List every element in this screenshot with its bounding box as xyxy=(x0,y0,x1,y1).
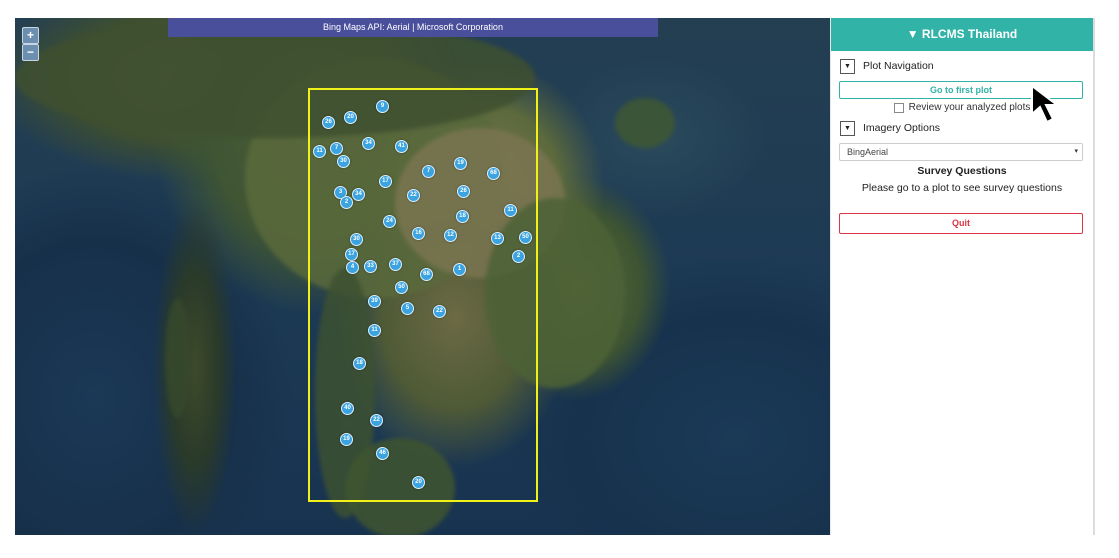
collapse-toggle-icon[interactable]: ▼ xyxy=(840,58,855,74)
plot-marker[interactable]: 22 xyxy=(433,305,446,318)
plot-marker[interactable]: 4 xyxy=(346,261,359,274)
plot-marker[interactable]: 30 xyxy=(350,233,363,246)
plot-marker[interactable]: 33 xyxy=(364,260,377,273)
project-header[interactable]: ▼ RLCMS Thailand xyxy=(831,18,1093,51)
plot-marker[interactable]: 41 xyxy=(395,140,408,153)
plot-navigation-title: Plot Navigation xyxy=(863,60,934,72)
plot-marker[interactable]: 16 xyxy=(412,227,425,240)
plot-marker[interactable]: 50 xyxy=(519,231,532,244)
plot-marker[interactable]: 22 xyxy=(407,189,420,202)
plot-marker[interactable]: 20 xyxy=(412,476,425,489)
zoom-out-button[interactable]: − xyxy=(22,44,39,61)
plot-marker[interactable]: 18 xyxy=(353,357,366,370)
zoom-in-button[interactable]: + xyxy=(22,27,39,44)
plot-marker[interactable]: 22 xyxy=(370,414,383,427)
plot-marker[interactable]: 68 xyxy=(487,167,500,180)
plot-marker[interactable]: 34 xyxy=(362,137,375,150)
plot-marker[interactable]: 18 xyxy=(456,210,469,223)
plot-marker[interactable]: 40 xyxy=(341,402,354,415)
collapse-toggle-icon[interactable]: ▼ xyxy=(840,120,855,136)
mouse-pointer-icon xyxy=(1031,84,1060,124)
plot-marker[interactable]: 17 xyxy=(379,175,392,188)
plot-marker[interactable]: 68 xyxy=(420,268,433,281)
plot-marker[interactable]: 11 xyxy=(504,204,517,217)
plot-marker[interactable]: 24 xyxy=(383,215,396,228)
plot-marker[interactable]: 19 xyxy=(340,433,353,446)
review-analyzed-label: Review your analyzed plots xyxy=(908,102,1031,113)
map-view[interactable]: Bing Maps API: Aerial | Microsoft Corpor… xyxy=(15,18,830,535)
plot-marker[interactable]: 2 xyxy=(512,250,525,263)
imagery-select[interactable]: BingAerial ▾ xyxy=(839,143,1083,161)
plot-marker[interactable]: 34 xyxy=(352,188,365,201)
plot-marker[interactable]: 9 xyxy=(376,100,389,113)
plot-marker[interactable]: 11 xyxy=(368,324,381,337)
plot-marker[interactable]: 17 xyxy=(345,248,358,261)
plot-marker[interactable]: 46 xyxy=(376,447,389,460)
imagery-options-title: Imagery Options xyxy=(863,122,941,134)
plot-marker[interactable]: 5 xyxy=(401,302,414,315)
plot-marker[interactable]: 2 xyxy=(340,196,353,209)
plot-marker[interactable]: 26 xyxy=(322,116,335,129)
plot-marker[interactable]: 1 xyxy=(453,263,466,276)
plot-marker[interactable]: 30 xyxy=(337,155,350,168)
quit-button[interactable]: Quit xyxy=(839,213,1083,234)
plot-marker[interactable]: 19 xyxy=(454,157,467,170)
plot-marker[interactable]: 11 xyxy=(313,145,326,158)
plot-marker[interactable]: 39 xyxy=(368,295,381,308)
plot-marker[interactable]: 26 xyxy=(457,185,470,198)
plot-marker[interactable]: 37 xyxy=(389,258,402,271)
map-attribution: Bing Maps API: Aerial | Microsoft Corpor… xyxy=(168,18,658,37)
plot-marker[interactable]: 20 xyxy=(344,111,357,124)
plot-navigation-section: ▼ Plot Navigation xyxy=(840,58,1093,74)
plot-marker[interactable]: 50 xyxy=(395,281,408,294)
review-analyzed-checkbox[interactable] xyxy=(893,102,904,113)
plot-marker[interactable]: 7 xyxy=(330,142,343,155)
plot-marker[interactable]: 13 xyxy=(491,232,504,245)
imagery-select-value: BingAerial xyxy=(847,147,889,157)
survey-questions-message: Please go to a plot to see survey questi… xyxy=(861,182,1063,194)
plot-marker[interactable]: 7 xyxy=(422,165,435,178)
chevron-down-icon: ▾ xyxy=(1074,148,1078,155)
survey-questions-title: Survey Questions xyxy=(917,165,1007,177)
plot-marker[interactable]: 12 xyxy=(444,229,457,242)
